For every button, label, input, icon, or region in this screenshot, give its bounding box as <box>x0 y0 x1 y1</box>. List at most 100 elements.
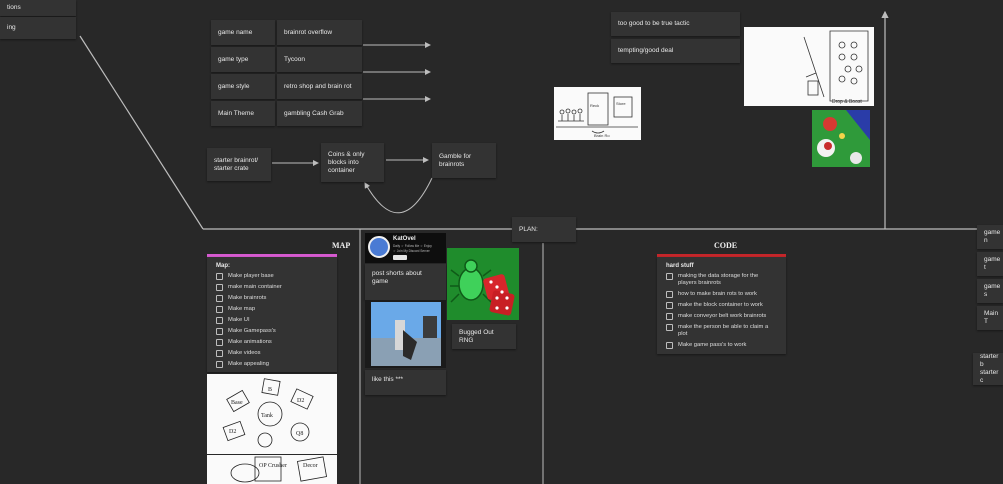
map-checklist-heading: Map: <box>216 263 230 269</box>
checkbox-icon[interactable] <box>216 361 223 368</box>
bugged-rng-text: Bugged Out RNG <box>459 328 494 344</box>
concept-label-text: game type <box>218 55 249 63</box>
shop-sketch-image[interactable]: Reck Store Brain Ro <box>554 87 641 140</box>
checkbox-icon[interactable] <box>216 273 223 280</box>
right-edge-card-4[interactable]: Main T <box>977 306 1003 330</box>
video-thumbnail-drawing <box>371 302 441 366</box>
svg-text:Brain Ro: Brain Ro <box>594 133 610 138</box>
map-checklist-item[interactable]: Make map <box>207 304 337 315</box>
checkbox-icon[interactable] <box>666 324 673 331</box>
checkbox-icon[interactable] <box>666 302 673 309</box>
concept-value-main-theme[interactable]: gambling Cash Grab <box>277 101 362 126</box>
right-edge-card-text: Main T <box>984 310 999 325</box>
map-item-text: Make map <box>228 306 256 312</box>
checkbox-icon[interactable] <box>666 291 673 298</box>
checkbox-icon[interactable] <box>666 342 673 349</box>
map-checklist-item[interactable]: Make appealing <box>207 359 337 370</box>
svg-text:D2: D2 <box>297 398 304 404</box>
flow-end-card[interactable]: Gamble for brainrots <box>432 143 496 178</box>
right-edge-card-3[interactable]: game s <box>977 279 1003 303</box>
svg-text:Reck: Reck <box>590 103 599 108</box>
checkbox-icon[interactable] <box>216 350 223 357</box>
drop-boost-sketch-image[interactable]: Drop & Boost <box>744 27 874 106</box>
map-checklist-item[interactable]: Make Gamepass's <box>207 326 337 337</box>
map-item-text: Make animations <box>228 339 272 345</box>
partial-card-1[interactable]: tions <box>0 0 76 16</box>
map-layout-sketch-1[interactable]: Base B D2 Tank Q8 D2 <box>207 374 337 454</box>
concept-label-main-theme[interactable]: Main Theme <box>211 101 275 126</box>
plan-label-card[interactable]: PLAN: <box>512 217 576 242</box>
concept-label-text: game style <box>218 82 250 90</box>
svg-text:D2: D2 <box>229 429 236 435</box>
code-checklist-item[interactable]: making the data storage for the players … <box>657 271 786 289</box>
concept-label-game-type[interactable]: game type <box>211 47 275 72</box>
right-edge-card-text: game s <box>984 283 1001 298</box>
partial-card-1-text: tions <box>7 4 21 11</box>
code-item-text: make the block container to work <box>678 302 763 308</box>
code-item-text: how to make brain rots to work <box>678 291 757 297</box>
right-edge-card-5[interactable]: starter b starter c <box>973 353 1003 385</box>
checkbox-icon[interactable] <box>666 313 673 320</box>
map-item-text: make main container <box>228 284 282 290</box>
map-item-text: Make UI <box>228 317 250 323</box>
right-edge-card-1[interactable]: game n <box>977 225 1003 249</box>
map-checklist-item[interactable]: make main container <box>207 282 337 293</box>
bugged-rng-card[interactable]: Bugged Out RNG <box>452 324 516 349</box>
game-screenshot-image[interactable] <box>812 110 870 167</box>
shop-sketch-drawing: Reck Store Brain Ro <box>556 92 638 138</box>
concept-label-game-style[interactable]: game style <box>211 74 275 99</box>
map-checklist-item[interactable]: Make videos <box>207 348 337 359</box>
concept-label-text: Main Theme <box>218 109 255 117</box>
post-shorts-text: post shorts about game <box>372 270 422 285</box>
partial-card-2[interactable]: ing <box>0 17 76 39</box>
svg-text:Tank: Tank <box>261 413 273 419</box>
checkbox-icon[interactable] <box>216 295 223 302</box>
concept-label-text: game name <box>218 28 253 36</box>
bugged-rng-icon-image[interactable] <box>447 248 519 320</box>
checkbox-icon[interactable] <box>216 328 223 335</box>
concept-value-game-name[interactable]: brainrot overflow <box>277 20 362 45</box>
drop-boost-sketch-drawing: Drop & Boost <box>803 30 869 105</box>
code-checklist-item[interactable]: make the person be able to claim a plot <box>657 322 786 340</box>
idea-card-too-good[interactable]: too good to be true tactic <box>611 12 740 36</box>
idea-card-tempting[interactable]: tempting/good deal <box>611 39 740 63</box>
profile-line-1: Daily ☆ Follow Me ☆ Enjoy <box>393 244 432 248</box>
video-thumbnail[interactable] <box>365 300 446 368</box>
code-item-text: making the data storage for the players … <box>678 273 759 286</box>
flow-end-text: Gamble for brainrots <box>439 152 472 168</box>
code-checklist-item[interactable]: make the block container to work <box>657 300 786 311</box>
flow-middle-card[interactable]: Coins & only blocks into container <box>321 143 384 182</box>
map-checklist-item[interactable]: Make player base <box>207 271 337 282</box>
svg-text:Decor: Decor <box>303 463 318 469</box>
flow-start-card[interactable]: starter brainrot/ starter crate <box>207 148 271 181</box>
svg-text:B: B <box>268 387 272 393</box>
concept-value-game-type[interactable]: Tycoon <box>277 47 362 72</box>
map-checklist: Map: Make player base make main containe… <box>207 257 337 372</box>
svg-text:OP Crusher: OP Crusher <box>259 463 287 469</box>
map-layout-drawing-1: Base B D2 Tank Q8 D2 <box>222 378 314 448</box>
map-layout-sketch-2[interactable]: OP Crusher Decor <box>207 455 337 484</box>
code-checklist-item[interactable]: make conveyor belt work brainrots <box>657 311 786 322</box>
follow-button[interactable] <box>393 255 407 260</box>
concept-label-game-name[interactable]: game name <box>211 20 275 45</box>
code-checklist-item[interactable]: Make game pass's to work <box>657 340 786 351</box>
checkbox-icon[interactable] <box>666 273 673 280</box>
like-this-card[interactable]: like this *** <box>365 370 446 395</box>
checkbox-icon[interactable] <box>216 306 223 313</box>
right-edge-card-2[interactable]: game t <box>977 252 1003 276</box>
concept-value-game-style[interactable]: retro shop and brain rot <box>277 74 362 99</box>
checkbox-icon[interactable] <box>216 284 223 291</box>
map-checklist-item[interactable]: Make brainrots <box>207 293 337 304</box>
checkbox-icon[interactable] <box>216 317 223 324</box>
svg-text:Drop & Boost: Drop & Boost <box>832 99 862 105</box>
profile-screenshot[interactable]: KatOvel Daily ☆ Follow Me ☆ Enjoy ☆ Join… <box>365 233 446 263</box>
map-checklist-item[interactable]: Make animations <box>207 337 337 348</box>
bug-dice-icon <box>447 248 519 320</box>
right-edge-card-text: starter b starter c <box>980 353 999 384</box>
code-checklist-item[interactable]: how to make brain rots to work <box>657 289 786 300</box>
checkbox-icon[interactable] <box>216 339 223 346</box>
code-item-text: Make game pass's to work <box>678 342 747 348</box>
map-item-text: Make player base <box>228 273 274 279</box>
post-shorts-card[interactable]: post shorts about game <box>365 264 446 300</box>
map-checklist-item[interactable]: Make UI <box>207 315 337 326</box>
